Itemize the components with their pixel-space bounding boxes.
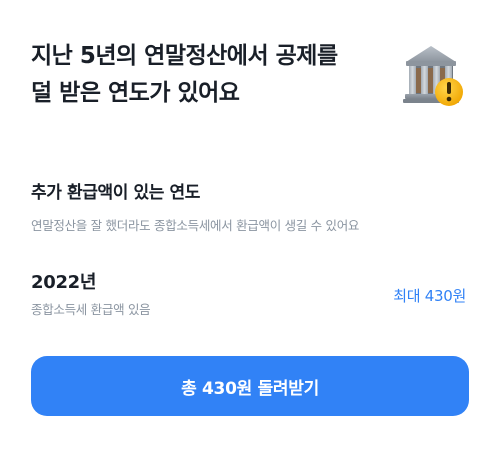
page-title: 지난 5년의 연말정산에서 공제를 덜 받은 연도가 있어요 xyxy=(31,38,381,112)
page-title-line-1: 지난 5년의 연말정산에서 공제를 xyxy=(31,43,338,69)
section-description: 연말정산을 잘 했더라도 종합소득세에서 환급액이 생길 수 있어요 xyxy=(31,218,360,233)
list-item[interactable]: 2022년 종합소득세 환급액 있음 최대 430원 xyxy=(31,268,469,322)
refund-year: 2022년 xyxy=(31,272,97,293)
section-title: 추가 환급액이 있는 연도 xyxy=(31,183,200,203)
claim-refund-button[interactable]: 총 430원 돌려받기 xyxy=(31,356,469,416)
refund-year-note: 종합소득세 환급액 있음 xyxy=(31,302,151,317)
bank-warning-icon xyxy=(403,46,463,106)
page-title-line-2: 덜 받은 연도가 있어요 xyxy=(31,80,240,106)
refund-max-amount: 최대 430원 xyxy=(393,287,466,305)
